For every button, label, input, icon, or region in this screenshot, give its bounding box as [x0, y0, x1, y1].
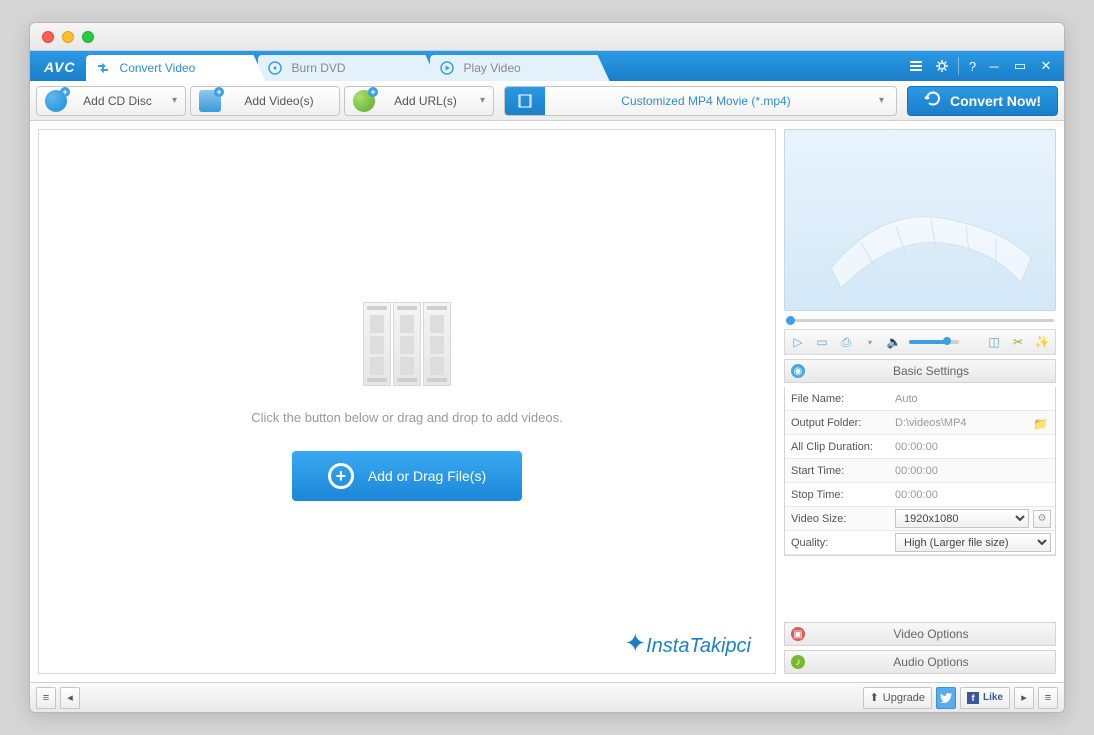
- add-urls-button[interactable]: + Add URL(s) ▾: [344, 86, 494, 116]
- twitter-button[interactable]: [936, 687, 956, 709]
- add-videos-button[interactable]: + Add Video(s): [190, 86, 340, 116]
- tab-bar: AVC Convert Video Burn DVD Play Video ? …: [30, 51, 1064, 81]
- toggle-panel-left-button[interactable]: ≡: [36, 687, 56, 709]
- chevron-down-icon: ▾: [867, 95, 896, 106]
- toolbar: + Add CD Disc ▾ + Add Video(s) + Add URL…: [30, 81, 1064, 121]
- play-button[interactable]: ▷: [789, 333, 807, 351]
- add-cd-disc-button[interactable]: + Add CD Disc ▾: [36, 86, 186, 116]
- zoom-window-icon[interactable]: [82, 31, 94, 43]
- maximize-icon[interactable]: ▭: [1010, 57, 1030, 75]
- expand-right-button[interactable]: ▸: [1014, 687, 1034, 709]
- filmstrip-curl-icon: [821, 188, 1041, 298]
- effects-button[interactable]: ✨: [1033, 333, 1051, 351]
- button-label: Add or Drag File(s): [368, 468, 486, 484]
- button-label: Add URL(s): [381, 94, 470, 108]
- crop-button[interactable]: ◫: [985, 333, 1003, 351]
- basic-settings-panel: File Name: Auto Output Folder: D:\videos…: [784, 387, 1056, 556]
- app-logo: AVC: [30, 59, 86, 81]
- disc-plus-icon: +: [45, 90, 67, 112]
- convert-now-button[interactable]: Convert Now!: [907, 86, 1058, 116]
- refresh-icon: [924, 90, 942, 111]
- globe-icon: ◉: [791, 364, 805, 378]
- tab-play-video[interactable]: Play Video: [430, 55, 610, 81]
- audio-options-header[interactable]: ♪ Audio Options: [784, 650, 1056, 674]
- play-icon: [440, 61, 454, 75]
- header-label: Audio Options: [813, 655, 1049, 669]
- facebook-like-button[interactable]: f Like: [960, 687, 1010, 709]
- toggle-panel-right-button[interactable]: ≡: [1038, 687, 1058, 709]
- chevron-down-icon: ▾: [172, 95, 177, 106]
- drop-hint-text: Click the button below or drag and drop …: [251, 410, 562, 425]
- tab-label: Burn DVD: [292, 61, 346, 75]
- audio-icon: ♪: [791, 655, 805, 669]
- close-icon[interactable]: ✕: [1036, 57, 1056, 75]
- quality-select[interactable]: High (Larger file size): [895, 533, 1051, 552]
- minimize-window-icon[interactable]: [62, 31, 74, 43]
- watermark: ✦InstaTakipci: [624, 628, 751, 659]
- button-label: Convert Now!: [950, 93, 1041, 109]
- snapshot-button[interactable]: ⎙: [837, 333, 855, 351]
- titlebar: [30, 23, 1064, 51]
- video-icon: ▣: [791, 627, 805, 641]
- plus-circle-icon: +: [328, 463, 354, 489]
- setting-video-size: Video Size: 1920x1080 ⚙: [785, 507, 1055, 531]
- tab-label: Play Video: [464, 61, 521, 75]
- button-label: Add Video(s): [227, 94, 331, 108]
- video-options-header[interactable]: ▣ Video Options: [784, 622, 1056, 646]
- app-window: AVC Convert Video Burn DVD Play Video ? …: [29, 22, 1065, 713]
- setting-clip-duration: All Clip Duration: 00:00:00: [785, 435, 1055, 459]
- folder-icon[interactable]: 📁: [1033, 417, 1049, 429]
- main-body: Click the button below or drag and drop …: [30, 121, 1064, 682]
- video-size-select[interactable]: 1920x1080: [895, 509, 1029, 528]
- facebook-icon: f: [967, 692, 979, 704]
- convert-icon: [96, 61, 110, 75]
- seek-bar[interactable]: [784, 315, 1056, 325]
- preview-pane: [784, 129, 1056, 311]
- gear-icon[interactable]: [932, 57, 952, 75]
- setting-start-time: Start Time: 00:00:00: [785, 459, 1055, 483]
- output-profile-selector[interactable]: Customized MP4 Movie (*.mp4) ▾: [504, 86, 897, 116]
- traffic-lights: [42, 31, 94, 43]
- close-window-icon[interactable]: [42, 31, 54, 43]
- minimize-icon[interactable]: ─: [984, 57, 1004, 75]
- header-label: Video Options: [813, 627, 1049, 641]
- volume-icon[interactable]: 🔈: [885, 333, 903, 351]
- tab-burn-dvd[interactable]: Burn DVD: [258, 55, 438, 81]
- stop-button[interactable]: ▭: [813, 333, 831, 351]
- button-label: Add CD Disc: [73, 94, 162, 108]
- setting-quality: Quality: High (Larger file size): [785, 531, 1055, 555]
- chevron-down-icon: ▾: [480, 95, 485, 106]
- setting-output-folder: Output Folder: D:\videos\MP4📁: [785, 411, 1055, 435]
- status-bar: ≡ ◂ ⬆ Upgrade f Like ▸ ≡: [30, 682, 1064, 712]
- trim-button[interactable]: ✂: [1009, 333, 1027, 351]
- button-label: Upgrade: [883, 692, 925, 704]
- player-controls: ▷ ▭ ⎙ ▾ 🔈 ◫ ✂ ✨: [784, 329, 1056, 355]
- help-icon[interactable]: ?: [958, 57, 978, 75]
- basic-settings-header[interactable]: ◉ Basic Settings: [784, 359, 1056, 383]
- collapse-left-button[interactable]: ◂: [60, 687, 80, 709]
- tab-convert-video[interactable]: Convert Video: [86, 55, 266, 81]
- header-label: Basic Settings: [813, 364, 1049, 378]
- filmstrip-placeholder-icon: [363, 302, 451, 386]
- chevron-down-icon[interactable]: ▾: [861, 333, 879, 351]
- button-label: Like: [983, 692, 1003, 703]
- upgrade-button[interactable]: ⬆ Upgrade: [863, 687, 932, 709]
- drop-zone[interactable]: Click the button below or drag and drop …: [38, 129, 776, 674]
- profile-label: Customized MP4 Movie (*.mp4): [545, 94, 867, 108]
- volume-slider[interactable]: [909, 340, 959, 344]
- options-icon[interactable]: [906, 57, 926, 75]
- file-plus-icon: +: [199, 90, 221, 112]
- upload-icon: ⬆: [870, 691, 879, 704]
- film-icon: [505, 86, 545, 116]
- gear-icon[interactable]: ⚙: [1033, 510, 1051, 528]
- disc-icon: [268, 61, 282, 75]
- setting-stop-time: Stop Time: 00:00:00: [785, 483, 1055, 507]
- side-panel: ▷ ▭ ⎙ ▾ 🔈 ◫ ✂ ✨ ◉ Basic Settings File Na…: [784, 129, 1056, 674]
- window-controls: ? ─ ▭ ✕: [906, 51, 1056, 81]
- globe-plus-icon: +: [353, 90, 375, 112]
- add-or-drag-files-button[interactable]: + Add or Drag File(s): [292, 451, 522, 501]
- setting-file-name: File Name: Auto: [785, 387, 1055, 411]
- tab-label: Convert Video: [120, 61, 196, 75]
